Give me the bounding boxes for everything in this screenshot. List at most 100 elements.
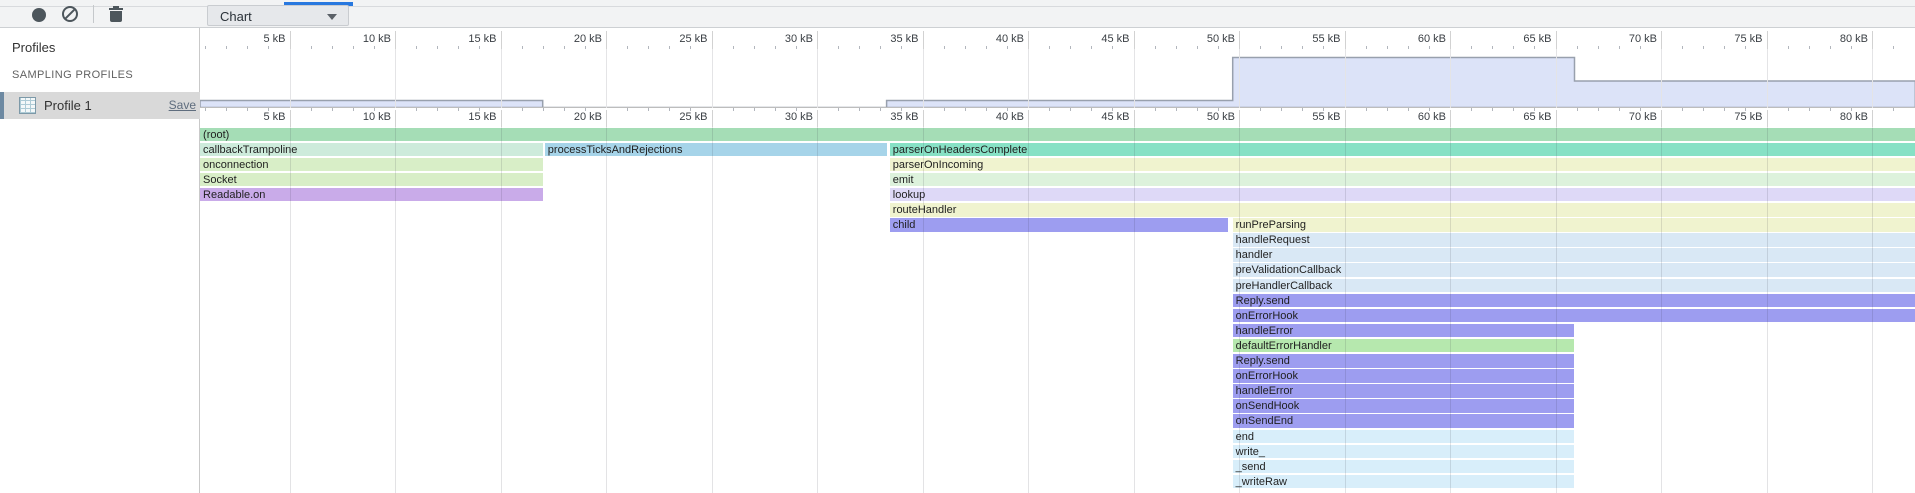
flame-bar[interactable]: preHandlerCallback [1233, 279, 1915, 293]
flame-bar[interactable]: handleError [1233, 324, 1575, 338]
flame-gridline [1767, 127, 1768, 493]
flame-gridline [1872, 127, 1873, 493]
ruler-minor-tick [1112, 108, 1113, 111]
ruler-minor-tick [1366, 108, 1367, 111]
ruler-tick-label: 80 kB [1792, 33, 1868, 45]
memory-overview-timeline[interactable] [200, 49, 1915, 108]
flame-bar[interactable]: callbackTrampoline [200, 143, 543, 157]
toolbar-divider [93, 5, 94, 23]
ruler-minor-tick [458, 108, 459, 111]
flame-gridline [501, 127, 502, 493]
flame-bar[interactable]: parserOnIncoming [890, 158, 1915, 172]
flame-bar[interactable]: handleError [1233, 384, 1575, 398]
ruler-minor-tick [1598, 46, 1599, 49]
ruler-minor-tick [1471, 108, 1472, 111]
ruler-tick [1556, 31, 1557, 49]
ruler-minor-tick [1091, 46, 1092, 49]
ruler-minor-tick [1007, 108, 1008, 111]
flame-bar[interactable]: Readable.on [200, 188, 543, 202]
flame-bar[interactable]: defaultErrorHandler [1233, 339, 1575, 353]
overview-gridline [1345, 49, 1346, 108]
ruler-minor-tick [627, 108, 628, 111]
flame-bar[interactable]: _send [1233, 460, 1575, 474]
memory-profiler-panel: Chart Profiles SAMPLING PROFILES Profile… [0, 0, 1915, 493]
ruler-minor-tick [1176, 46, 1177, 49]
ruler-minor-tick [564, 108, 565, 111]
flame-gridline [1028, 127, 1029, 493]
ruler-tick [1028, 31, 1029, 49]
flame-bar[interactable]: (root) [200, 128, 1915, 142]
ruler-minor-tick [690, 46, 691, 49]
ruler-tick [1450, 110, 1451, 127]
flame-bar[interactable]: runPreParsing [1233, 218, 1915, 232]
ruler-tick [712, 110, 713, 127]
ruler-tick-label: 65 kB [1476, 33, 1552, 45]
flame-bar[interactable]: _writeRaw [1233, 475, 1575, 489]
ruler-minor-tick [1070, 46, 1071, 49]
flame-bar[interactable]: onErrorHook [1233, 369, 1575, 383]
profile-name: Profile 1 [44, 98, 92, 113]
flame-bar[interactable]: emit [890, 173, 1915, 187]
overview-gridline [395, 49, 396, 108]
flame-bar[interactable]: routeHandler [890, 203, 1915, 217]
delete-profile-button[interactable] [109, 6, 123, 22]
flame-bar[interactable]: Reply.send [1233, 354, 1575, 368]
ruler-tick [1556, 110, 1557, 127]
view-mode-select[interactable]: Chart [207, 5, 349, 26]
ruler-tick [1872, 110, 1873, 127]
ruler-minor-tick [733, 46, 734, 49]
ruler-tick-label: 45 kB [1054, 33, 1130, 45]
flame-bar[interactable]: processTicksAndRejections [545, 143, 887, 157]
flame-bar[interactable]: handleRequest [1233, 233, 1915, 247]
save-profile-link[interactable]: Save [169, 98, 196, 112]
ruler-minor-tick [479, 108, 480, 111]
ruler-minor-tick [1809, 108, 1810, 111]
ruler-minor-tick [1049, 108, 1050, 111]
clear-profiles-button[interactable] [62, 6, 78, 22]
ruler-minor-tick [1703, 108, 1704, 111]
ruler-minor-tick [543, 108, 544, 111]
ruler-minor-tick [543, 46, 544, 49]
ruler-minor-tick [1155, 108, 1156, 111]
flame-bar[interactable]: end [1233, 430, 1575, 444]
overview-gridline [1450, 49, 1451, 108]
ruler-minor-tick [1323, 108, 1324, 111]
ruler-tick [501, 31, 502, 49]
ruler-tick [923, 110, 924, 127]
flame-gridline [395, 127, 396, 493]
ruler-minor-tick [226, 108, 227, 111]
flame-bar[interactable]: handler [1233, 248, 1915, 262]
ruler-minor-tick [1788, 108, 1789, 111]
flame-gridline [1450, 127, 1451, 493]
flame-bar[interactable]: onSendHook [1233, 399, 1575, 413]
flame-bar[interactable]: lookup [890, 188, 1915, 202]
ruler-minor-tick [648, 108, 649, 111]
ruler-minor-tick [648, 46, 649, 49]
flame-bar[interactable]: write_ [1233, 445, 1575, 459]
profile-list-item[interactable]: Profile 1 Save [0, 92, 200, 119]
ruler-tick [606, 31, 607, 49]
ruler-minor-tick [859, 46, 860, 49]
ruler-minor-tick [332, 46, 333, 49]
overview-gridline [1767, 49, 1768, 108]
ruler-minor-tick [353, 108, 354, 111]
ruler-minor-tick [1577, 46, 1578, 49]
ruler-tick-label: 20 kB [526, 33, 602, 45]
flame-bar[interactable]: onSendEnd [1233, 414, 1575, 428]
flame-bar[interactable]: child [890, 218, 1229, 232]
flame-bar[interactable]: Socket [200, 173, 543, 187]
flame-bar[interactable]: onErrorHook [1233, 309, 1915, 323]
flame-bar[interactable]: preValidationCallback [1233, 263, 1915, 277]
flame-bar[interactable]: onconnection [200, 158, 543, 172]
ruler-minor-tick [522, 46, 523, 49]
record-button[interactable] [32, 8, 46, 22]
ruler-tick [501, 110, 502, 127]
ruler-tick-label: 40 kB [948, 33, 1024, 45]
ruler-minor-tick [1830, 108, 1831, 111]
flame-bar[interactable]: Reply.send [1233, 294, 1915, 308]
overview-gridline [606, 49, 607, 108]
flame-bar[interactable]: parserOnHeadersComplete [890, 143, 1915, 157]
ruler-minor-tick [690, 108, 691, 111]
ruler-tick-label: 50 kB [1159, 111, 1235, 123]
flame-gridline [1345, 127, 1346, 493]
